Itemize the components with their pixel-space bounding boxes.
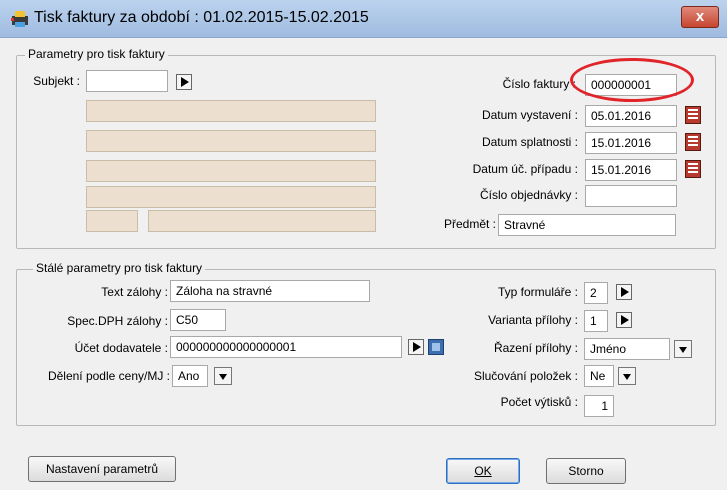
close-icon: x: [695, 8, 705, 25]
stale-legend: Stálé parametry pro tisk faktury: [33, 261, 206, 275]
subjekt-input[interactable]: [86, 70, 168, 92]
datum-vystaveni-label: Datum vystavení :: [481, 108, 578, 122]
varianta-input[interactable]: 1: [584, 310, 608, 332]
pocet-vytisku-label: Počet výtisků :: [500, 395, 578, 409]
typ-formulare-label: Typ formuláře :: [497, 285, 578, 299]
nastaveni-parametru-button[interactable]: Nastavení parametrů: [28, 456, 176, 482]
subjekt-detail-city: [148, 210, 376, 232]
chevron-down-icon[interactable]: [618, 367, 636, 385]
close-button[interactable]: x: [681, 6, 719, 28]
calendar-icon[interactable]: [685, 106, 701, 124]
dialog-body: Parametry pro tisk faktury Subjekt : Čís…: [6, 38, 721, 484]
ok-button[interactable]: OK: [446, 458, 520, 484]
typ-formulare-arrow-icon[interactable]: [616, 284, 632, 300]
storno-button[interactable]: Storno: [546, 458, 626, 484]
varianta-label: Varianta přílohy :: [488, 313, 578, 327]
razeni-label: Řazení přílohy :: [493, 341, 578, 355]
datum-splatnosti-input[interactable]: 15.01.2016: [585, 132, 677, 154]
cislo-faktury-label: Číslo faktury :: [502, 77, 576, 91]
subjekt-detail-line-1: [86, 100, 376, 122]
predmet-input[interactable]: Stravné: [498, 214, 676, 236]
subjekt-label: Subjekt :: [33, 74, 80, 88]
datum-splatnosti-label: Datum splatnosti :: [481, 135, 578, 149]
text-zalohy-label: Text zálohy :: [101, 285, 168, 299]
highlight-ellipse: [570, 58, 694, 102]
subjekt-detail-line-2: [86, 130, 376, 152]
chevron-down-icon[interactable]: [674, 340, 692, 358]
razeni-select[interactable]: Jméno: [584, 338, 670, 360]
chevron-down-icon[interactable]: [214, 367, 232, 385]
cislo-objednavky-label: Číslo objednávky :: [479, 188, 578, 202]
predmet-label: Předmět :: [443, 217, 496, 231]
ucet-dodavatele-label: Účet dodavatele :: [74, 341, 168, 355]
subjekt-detail-line-4: [86, 186, 376, 208]
datum-vystaveni-input[interactable]: 05.01.2016: [585, 105, 677, 127]
printer-icon: [11, 11, 28, 27]
subjekt-detail-zip: [86, 210, 138, 232]
pocet-vytisku-input[interactable]: 1: [584, 395, 614, 417]
storno-label: Storno: [568, 464, 604, 478]
subjekt-select-arrow-icon[interactable]: [176, 74, 192, 90]
cislo-objednavky-input[interactable]: [585, 185, 677, 207]
text-zalohy-input[interactable]: Záloha na stravné: [170, 280, 370, 302]
datum-uc-pripadu-label: Datum úč. případu :: [472, 162, 578, 176]
slucovani-label: Slučování položek :: [473, 369, 578, 383]
ucet-select-arrow-icon[interactable]: [408, 339, 424, 355]
calendar-icon[interactable]: [685, 160, 701, 178]
title-bar: Tisk faktury za období : 01.02.2015-15.0…: [0, 0, 727, 38]
ok-label: OK: [474, 464, 492, 478]
calculator-icon[interactable]: [428, 339, 444, 355]
ucet-dodavatele-input[interactable]: 000000000000000001: [170, 336, 402, 358]
deleni-label: Dělení podle ceny/MJ :: [47, 369, 170, 383]
spec-dph-input[interactable]: C50: [170, 309, 226, 331]
slucovani-select[interactable]: Ne: [584, 365, 614, 387]
window-title: Tisk faktury za období : 01.02.2015-15.0…: [34, 9, 369, 26]
subjekt-detail-line-3: [86, 160, 376, 182]
params-legend: Parametry pro tisk faktury: [25, 47, 168, 61]
datum-uc-pripadu-input[interactable]: 15.01.2016: [585, 159, 677, 181]
deleni-select[interactable]: Ano: [172, 365, 208, 387]
typ-formulare-input[interactable]: 2: [584, 282, 608, 304]
varianta-arrow-icon[interactable]: [616, 312, 632, 328]
calendar-icon[interactable]: [685, 133, 701, 151]
spec-dph-label: Spec.DPH zálohy :: [67, 314, 168, 328]
